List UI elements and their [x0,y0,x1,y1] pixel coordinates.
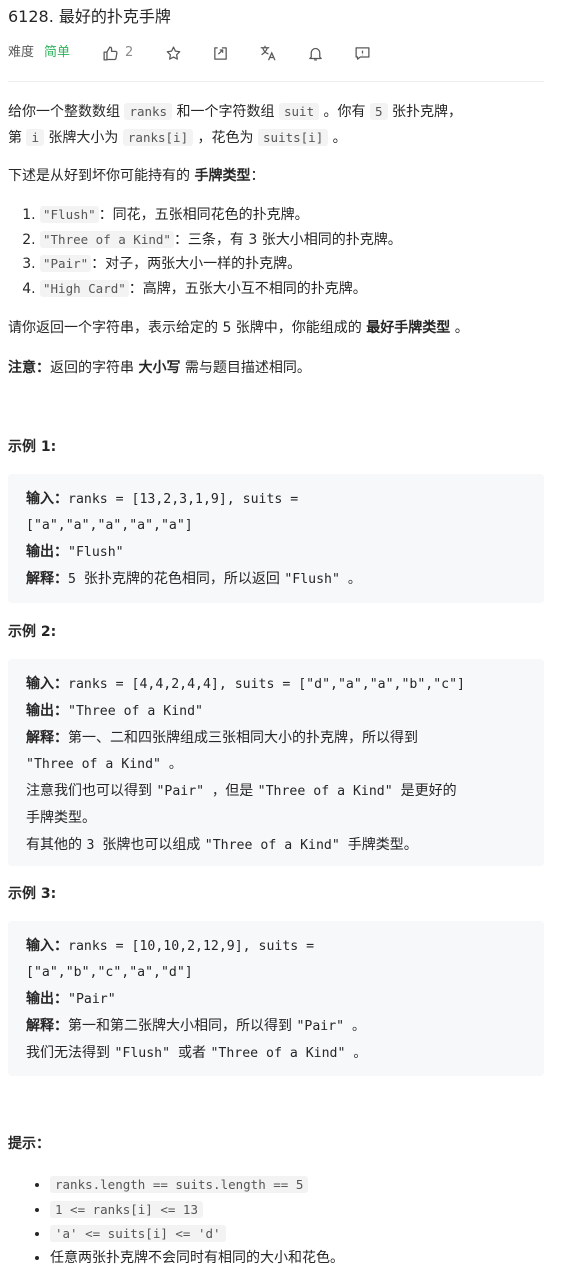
code-suit: suit [279,103,320,120]
problem-meta-bar: 难度 简单 2 [8,42,371,64]
description-paragraph-2: 下述是从好到坏你可能持有的 手牌类型： [8,168,265,184]
share-button[interactable] [212,45,229,62]
example-2-title: 示例 2: [8,624,57,640]
problem-page: 6128. 最好的扑克手牌 难度 简单 2 给你一个整数数组 ranks 和一个… [0,0,561,1270]
list-item: ranks.length == suits.length == 5 [50,1173,561,1198]
example-3-box: 输入：ranks = [10,10,2,12,9], suits = ["a",… [8,921,544,1076]
description-paragraph-3: 请你返回一个字符串，表示给定的 5 张牌中，你能组成的 最好手牌类型 。 [8,320,469,336]
header-divider [8,81,544,82]
list-item: 'a' <= suits[i] <= 'd' [50,1222,561,1247]
description-paragraph-1: 给你一个整数数组 ranks 和一个字符数组 suit 。你有 5 张扑克牌， … [8,103,462,146]
like-count: 2 [125,45,134,60]
thumbs-up-icon [103,45,118,61]
hints-title: 提示： [8,1136,50,1152]
share-icon [214,46,228,60]
example-1-title: 示例 1: [8,439,57,455]
star-icon [166,45,181,60]
description-note: 注意：返回的字符串 大小写 需与题目描述相同。 [8,360,311,376]
code-ranks: ranks [124,103,173,120]
difficulty-label: 难度 [8,45,35,60]
example-2-box: 输入：ranks = [4,4,2,4,4], suits = ["d","a"… [8,659,544,866]
translate-button[interactable] [259,44,277,62]
example-3-title: 示例 3: [8,886,57,902]
hints-list: ranks.length == suits.length == 5 1 <= r… [0,1173,561,1270]
favorite-button[interactable] [165,45,182,62]
bell-icon [309,47,323,61]
code-five: 5 [370,103,388,120]
list-item: "Pair"：对子，两张大小一样的扑克牌。 [40,252,544,277]
code-i: i [26,129,44,146]
translate-icon [260,45,276,61]
hand-types-list: "Flush"：同花，五张相同花色的扑克牌。 "Three of a Kind"… [8,203,544,302]
code-ranks-i: ranks[i] [122,129,194,146]
list-item: "Three of a Kind"：三条，有 3 张大小相同的扑克牌。 [40,228,544,253]
list-item: "Flush"：同花，五张相同花色的扑克牌。 [40,203,544,228]
comment-button[interactable] [354,45,371,62]
list-item: 任意两张扑克牌不会同时有相同的大小和花色。 [50,1247,561,1270]
notify-button[interactable] [307,45,324,62]
like-button[interactable]: 2 [102,42,133,64]
list-item: 1 <= ranks[i] <= 13 [50,1198,561,1223]
problem-title: 6128. 最好的扑克手牌 [8,7,171,26]
comment-icon [355,46,370,60]
code-suits-i: suits[i] [258,129,329,146]
difficulty-badge: 简单 [44,45,71,60]
list-item: "High Card"：高牌，五张大小互不相同的扑克牌。 [40,277,544,302]
example-1-box: 输入：ranks = [13,2,3,1,9], suits = ["a","a… [8,474,544,603]
